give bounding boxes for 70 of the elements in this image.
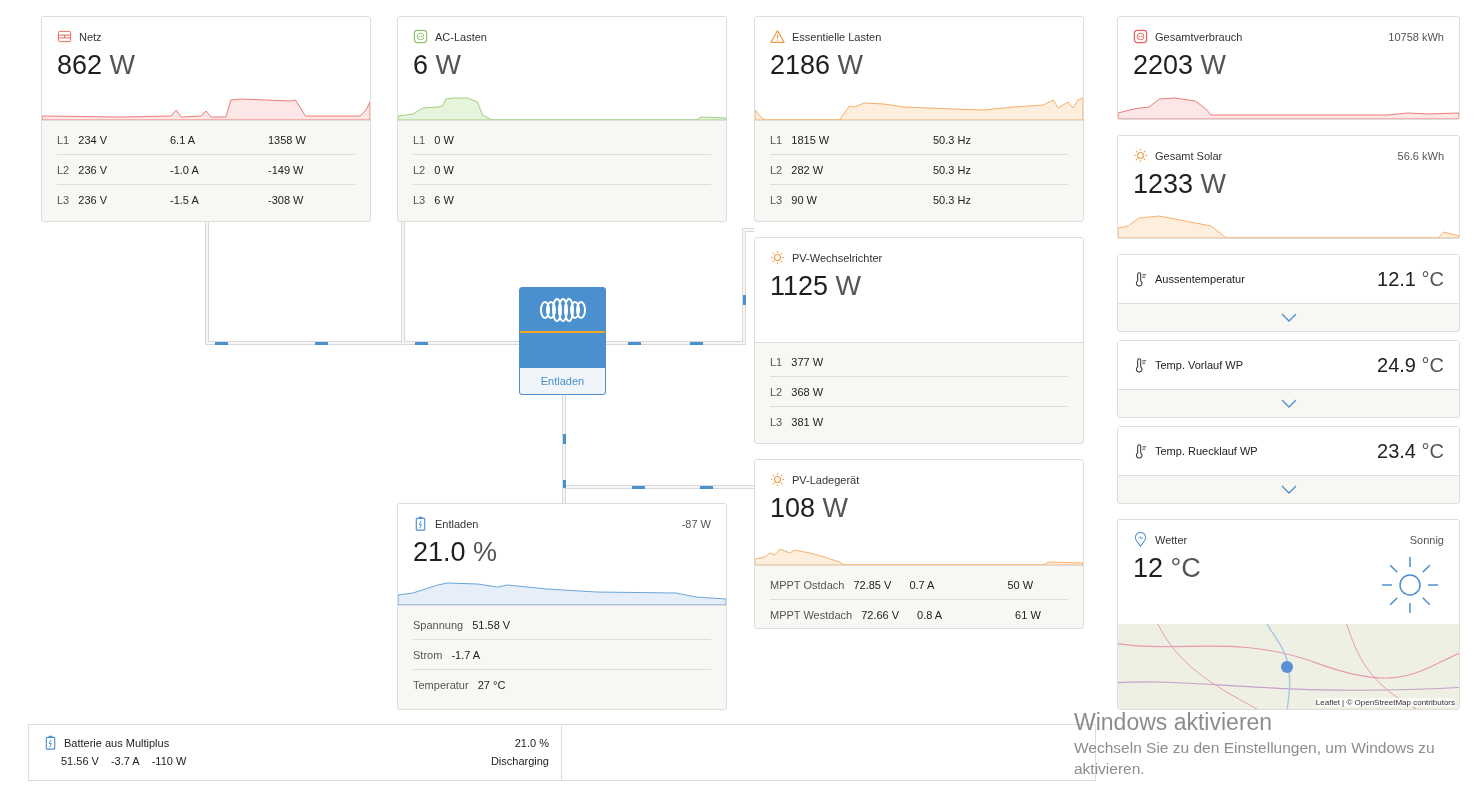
battery-reading: -3.7 A [110,755,140,767]
side-reading: -87 W [681,517,711,530]
battery-state: Discharging [490,755,549,767]
row-value: 1358 W [268,133,307,146]
battery-title: Batterie aus Multiplus [64,736,170,749]
row-reading: Temperatur 27 °C [413,678,507,691]
row-value: -149 W [268,163,305,176]
activation-message: Wechseln Sie zu den Einstellungen, um Windows zu [1074,739,1435,757]
power-value: 1125 W [770,271,862,302]
card-title: Aussentemperatur [1155,273,1245,285]
row-value: -308 W [268,193,305,206]
row-reading: L1 377 W [770,355,825,368]
card-title: Temp. Vorlauf WP [1155,359,1244,371]
power-value: 21.0 % [413,537,498,568]
temperature-value: 12.1 °C [1377,267,1444,291]
row-value: 0.7 A [909,578,936,591]
row-value: -1.0 A [170,163,200,176]
row-value: 50.3 Hz [933,163,972,176]
row-reading: L3 90 W [770,193,818,206]
map-placeholder[interactable]: Leaflet | © OpenStreetMap contributors [1118,624,1459,709]
power-value: 1233 W [1133,169,1227,200]
row-reading: MPPT Westdach 72.66 V [770,608,900,621]
card-title: Gesamt Solar [1155,149,1223,162]
battery-soc: 21.0 % [514,736,549,749]
row-reading: L1 0 W [413,133,455,146]
row-reading: L1 234 V [57,133,109,146]
card-title: Gesamtverbrauch [1155,30,1243,43]
battery-reading: 51.56 V [61,755,99,767]
inverter-state: Entladen [520,368,605,394]
card-title: Entladen [435,517,479,530]
activation-title: Windows aktivieren [1074,709,1274,736]
map-attribution[interactable]: Leaflet | © OpenStreetMap contributors [1315,698,1455,707]
row-reading: L3 381 W [770,415,825,428]
activation-message: aktivieren. [1074,760,1146,778]
card-title: Temp. Ruecklauf WP [1155,445,1258,457]
card-title: AC-Lasten [435,30,487,43]
temperature-value: 23.4 °C [1377,439,1444,463]
row-reading: L2 236 V [57,163,109,176]
row-value: 50 W [1007,578,1035,591]
temperature-value: 24.9 °C [1377,353,1444,377]
energy-total: 56.6 kWh [1397,149,1444,162]
row-value: 0.8 A [917,608,944,621]
row-reading: L1 1815 W [770,133,831,146]
row-reading: L3 6 W [413,193,455,206]
row-reading: L2 282 W [770,163,825,176]
card-title: Wetter [1155,533,1188,546]
row-value: 6.1 A [170,133,197,146]
row-value: 61 W [1015,608,1042,621]
row-reading: Strom -1.7 A [413,648,482,661]
energy-total: 10758 kWh [1388,30,1444,43]
temperature-value: 12 °C [1133,553,1201,584]
weather-condition: Sonnig [1409,533,1444,546]
row-reading: L2 368 W [770,385,825,398]
card-title: Netz [79,30,102,43]
power-value: 2203 W [1133,50,1227,81]
power-value: 2186 W [770,50,864,81]
row-value: -1.5 A [170,193,200,206]
row-reading: L3 236 V [57,193,109,206]
row-reading: L2 0 W [413,163,455,176]
battery-reading: -110 W [151,755,187,767]
power-value: 108 W [770,493,849,524]
card-title: PV-Wechselrichter [792,251,883,264]
card-title: PV-Ladegerät [792,473,860,486]
row-reading: MPPT Ostdach 72.85 V [770,578,892,591]
row-reading: Spannung 51.58 V [413,618,512,631]
power-value: 6 W [413,50,462,81]
row-value: 50.3 Hz [933,193,972,206]
power-value: 862 W [57,50,136,81]
card-title: Essentielle Lasten [792,30,882,43]
row-value: 50.3 Hz [933,133,972,146]
